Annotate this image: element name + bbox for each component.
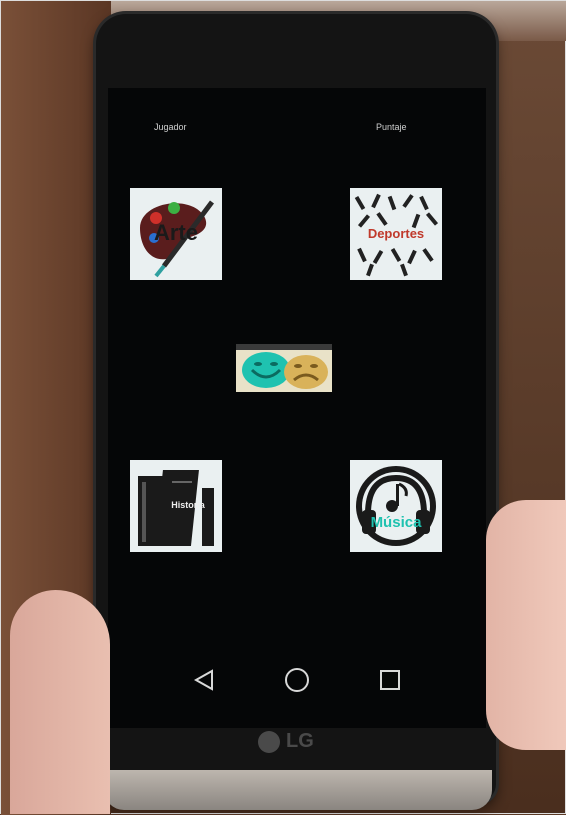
score-label: Puntaje: [376, 122, 407, 132]
back-button[interactable]: [190, 666, 218, 694]
category-arte-button[interactable]: Arte: [130, 188, 222, 280]
category-deportes-button[interactable]: Deportes: [350, 188, 442, 280]
category-historia-button[interactable]: Historia: [130, 460, 222, 552]
device-brand-logo: LG: [258, 730, 314, 753]
theater-masks-icon: [236, 344, 332, 389]
device-brand-text: LG: [286, 730, 314, 752]
center-masks-tile[interactable]: [236, 344, 332, 392]
home-circle-icon: [284, 668, 309, 692]
recents-square-icon: [379, 670, 400, 690]
category-arte-label: Arte: [153, 220, 198, 245]
android-nav-bar: [108, 656, 486, 704]
phone-chin: [104, 770, 492, 810]
category-musica-button[interactable]: Música: [350, 460, 442, 552]
lg-logo-icon: [258, 730, 280, 753]
right-thumb: [486, 500, 566, 750]
player-label: Jugador: [154, 122, 187, 132]
recents-button[interactable]: [376, 666, 404, 694]
category-historia-label: Historia: [171, 500, 205, 510]
left-thumb: [10, 590, 110, 814]
headphones-icon: [356, 466, 436, 546]
home-button[interactable]: [283, 666, 311, 694]
phone-screen: Jugador Puntaje Arte Deportes Historia M…: [108, 88, 486, 728]
back-triangle-icon: [194, 669, 214, 691]
category-deportes-label: Deportes: [367, 226, 425, 241]
category-musica-label: Música: [370, 514, 422, 531]
